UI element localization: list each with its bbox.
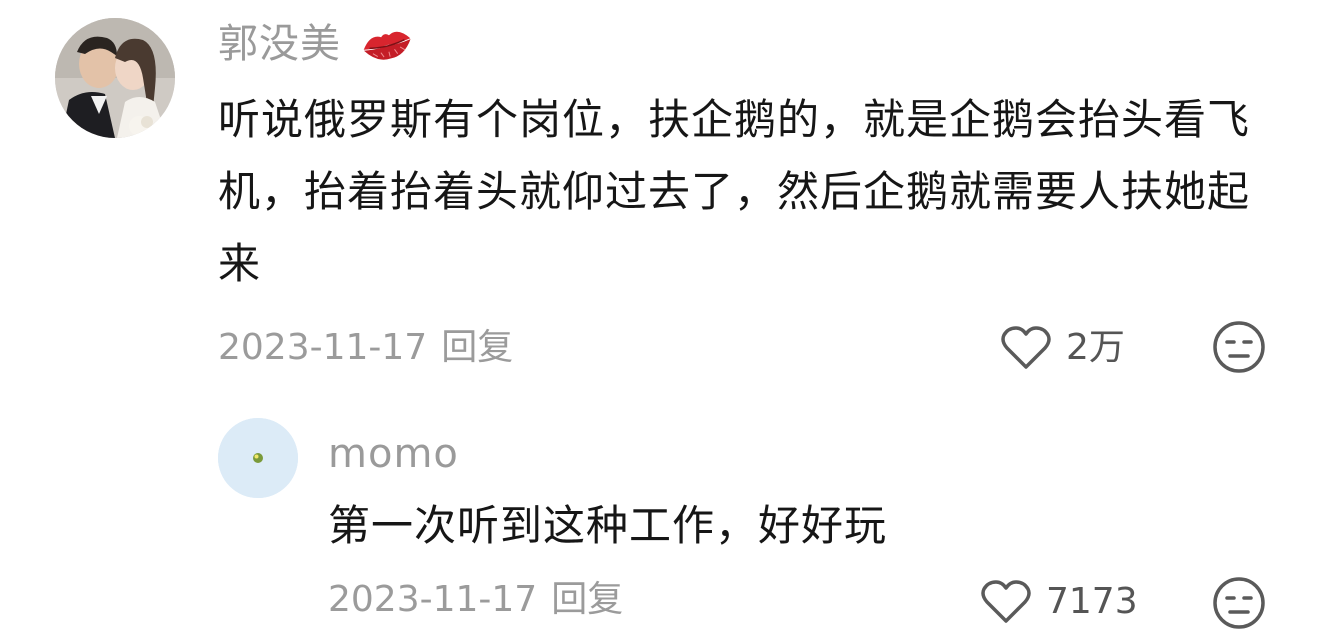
avatar-graphic	[218, 418, 298, 498]
heart-outline-icon	[981, 580, 1031, 623]
neutral-face-icon	[1213, 577, 1265, 629]
lips-icon	[363, 31, 411, 60]
heart-outline-icon	[1001, 326, 1051, 369]
like-button[interactable]: 2万	[1000, 322, 1125, 374]
comment-author[interactable]: 郭没美	[218, 16, 415, 72]
reply-like-count: 7173	[1046, 581, 1138, 622]
reply-avatar[interactable]	[218, 418, 298, 498]
reply-button[interactable]: 回复	[441, 322, 513, 374]
reaction-button[interactable]	[1212, 320, 1266, 374]
neutral-face-icon	[1213, 321, 1265, 373]
like-count: 2万	[1066, 327, 1125, 368]
avatar[interactable]	[55, 18, 175, 138]
reply-date: 2023-11-17	[328, 579, 538, 620]
comment-meta: 2023-11-17 回复	[218, 322, 513, 374]
username[interactable]: 郭没美	[218, 16, 341, 72]
comment-text: 听说俄罗斯有个岗位，扶企鹅的，就是企鹅会抬头看飞机，抬着抬着头就仰过去了，然后企…	[218, 95, 1251, 288]
reply-username[interactable]: momo	[328, 428, 459, 480]
reply-meta: 2023-11-17 回复	[328, 574, 623, 626]
reply-text: 第一次听到这种工作，好好玩	[328, 501, 888, 550]
avatar-photo	[55, 18, 175, 138]
comment-date: 2023-11-17	[218, 327, 428, 368]
reply-like-button[interactable]: 7173	[980, 576, 1138, 628]
reply-reaction-button[interactable]	[1212, 576, 1266, 630]
reply-button[interactable]: 回复	[551, 574, 623, 626]
